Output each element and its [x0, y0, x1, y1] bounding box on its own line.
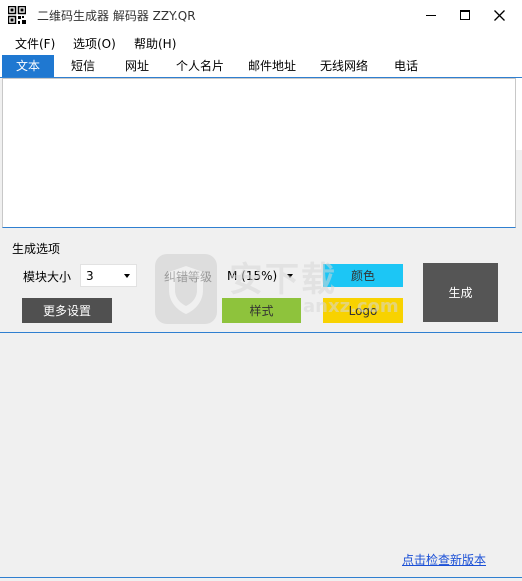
check-update-link[interactable]: 点击检查新版本: [402, 551, 486, 568]
app-window: 二维码生成器 解码器 ZZY.QR 文件(F) 选项(O) 帮助(H) 文本 短…: [0, 0, 522, 581]
close-button[interactable]: [480, 0, 518, 30]
qr-app-icon: [8, 6, 26, 24]
minimize-button[interactable]: [412, 0, 450, 30]
tab-wifi[interactable]: 无线网络: [312, 55, 376, 77]
menu-help[interactable]: 帮助(H): [134, 35, 176, 52]
content-text-area[interactable]: [2, 78, 516, 228]
error-level-select[interactable]: M (15%): [222, 264, 300, 287]
qr-output-area: [0, 333, 522, 577]
tab-sms[interactable]: 短信: [60, 55, 106, 77]
tab-email[interactable]: 邮件地址: [240, 55, 304, 77]
close-icon: [493, 9, 505, 21]
window-title: 二维码生成器 解码器 ZZY.QR: [37, 9, 196, 23]
shield-icon: [155, 254, 217, 324]
chevron-down-icon: [287, 274, 293, 278]
maximize-button[interactable]: [446, 0, 484, 30]
menu-options[interactable]: 选项(O): [73, 35, 116, 52]
more-settings-button[interactable]: 更多设置: [22, 298, 112, 323]
tab-text[interactable]: 文本: [2, 55, 54, 77]
tab-url[interactable]: 网址: [115, 55, 159, 77]
color-button[interactable]: 颜色: [323, 264, 403, 287]
logo-button[interactable]: Logo: [323, 298, 403, 323]
module-size-label: 模块大小: [23, 270, 72, 284]
style-button[interactable]: 样式: [222, 298, 301, 323]
options-group-label: 生成选项: [12, 242, 61, 256]
bottom-border: [0, 577, 522, 581]
tab-vcard[interactable]: 个人名片: [168, 55, 232, 77]
module-size-select[interactable]: 3: [80, 264, 137, 287]
menu-bar: 文件(F) 选项(O) 帮助(H): [0, 30, 522, 55]
tab-phone[interactable]: 电话: [384, 55, 428, 77]
module-size-value: 3: [86, 269, 94, 283]
menu-file[interactable]: 文件(F): [15, 35, 55, 52]
title-bar: 二维码生成器 解码器 ZZY.QR: [0, 0, 522, 30]
chevron-down-icon: [124, 274, 130, 278]
generate-button[interactable]: 生成: [423, 263, 498, 322]
tab-bar: 文本 短信 网址 个人名片 邮件地址 无线网络 电话: [0, 55, 522, 78]
minimize-icon: [426, 14, 436, 16]
error-level-value: M (15%): [227, 269, 278, 283]
maximize-icon: [460, 10, 470, 20]
error-level-label: 纠错等级: [164, 270, 213, 284]
